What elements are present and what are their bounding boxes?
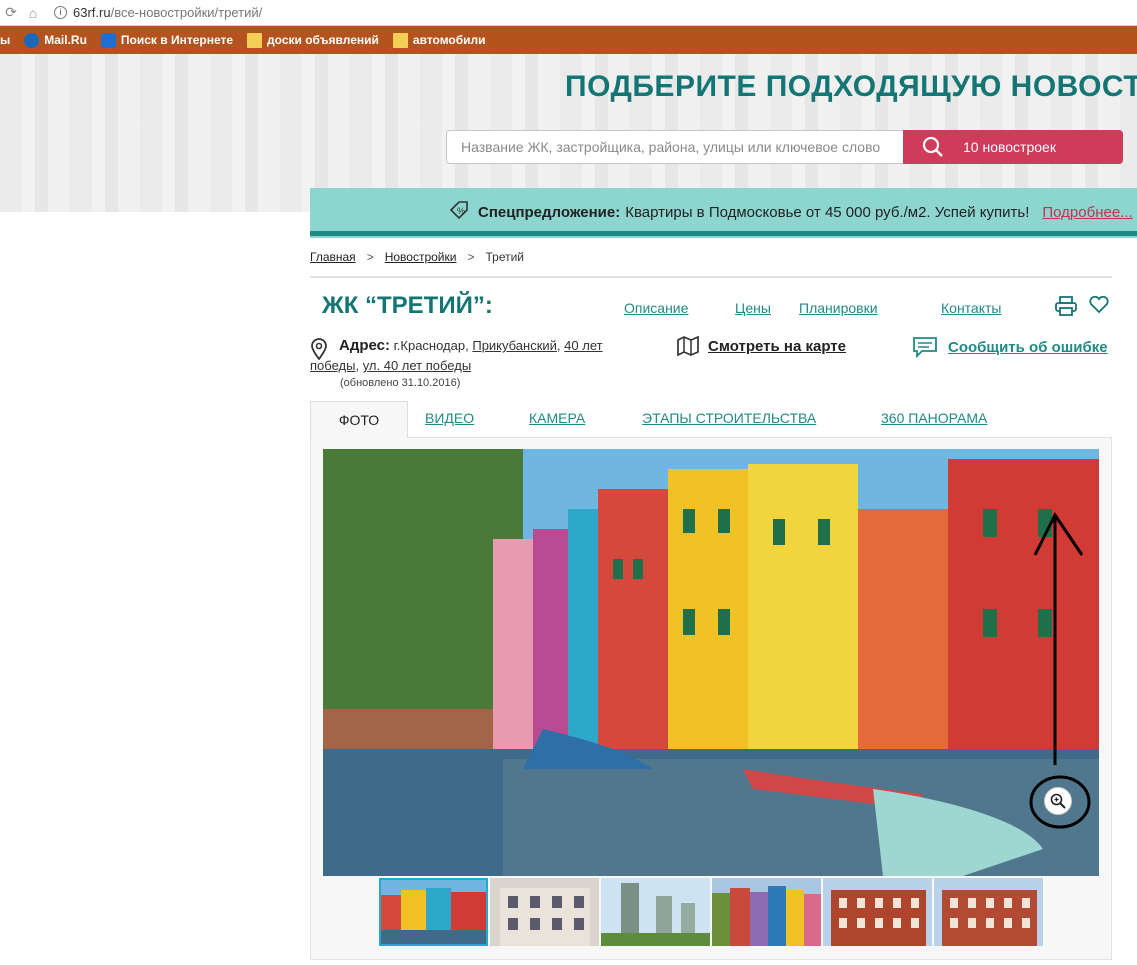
search-button-label: 10 новостроек [963, 139, 1056, 155]
nav-contacts[interactable]: Контакты [941, 300, 1001, 316]
discount-tag-icon: % [448, 199, 470, 225]
bookmark-label: Поиск в Интернете [120, 33, 234, 47]
info-icon[interactable]: i [54, 6, 67, 19]
tab-panorama-360[interactable]: 360 ПАНОРАМА [881, 410, 987, 426]
nav-layouts[interactable]: Планировки [799, 300, 878, 316]
search-input[interactable]: Название ЖК, застройщика, района, улицы … [446, 130, 904, 164]
address-block: Адрес: г.Краснодар, Прикубанский, 40 лет… [310, 336, 650, 390]
bookmark-cars[interactable]: автомобили [392, 32, 486, 48]
thumbnail-strip [379, 878, 1045, 946]
main-photo[interactable] [323, 449, 1099, 876]
mail-icon [24, 32, 40, 48]
bookmark-label: ы [0, 33, 11, 47]
bookmark-search[interactable]: Поиск в Интернете [100, 32, 234, 48]
print-icon[interactable] [1055, 296, 1077, 321]
updated-date: (обновлено 31.10.2016) [340, 377, 461, 389]
thumbnail-2[interactable] [490, 878, 599, 946]
address-street-full-link[interactable]: ул. 40 лет победы [363, 358, 472, 373]
home-icon[interactable]: ⌂ [22, 2, 44, 24]
bookmark-label: Mail.Ru [44, 33, 87, 47]
search-button[interactable]: 10 новостроек [903, 130, 1123, 164]
tab-construction-stages[interactable]: ЭТАПЫ СТРОИТЕЛЬСТВА [642, 410, 816, 426]
bookmark-mailru[interactable]: Mail.Ru [24, 32, 87, 48]
bookmark-label: автомобили [412, 33, 486, 47]
bookmarks-bar: ы Mail.Ru Поиск в Интернете доски объявл… [0, 26, 1137, 54]
map-link[interactable]: Смотреть на карте [677, 336, 846, 356]
breadcrumb-current: Третий [485, 250, 524, 264]
report-error-link[interactable]: Сообщить об ошибке [912, 336, 1108, 358]
divider [310, 276, 1112, 278]
folder-icon [392, 32, 408, 48]
promo-text: Квартиры в Подмосковье от 45 000 руб./м2… [625, 203, 1030, 221]
browser-address-bar: ⟳ ⌂ i 63rf.ru /все-новостройки/третий/ [0, 0, 1137, 26]
folder-icon [247, 32, 263, 48]
address-district-link[interactable]: Прикубанский, [472, 338, 560, 353]
promo-line: % Спецпредложение: Квартиры в Подмосковь… [448, 199, 1133, 225]
thumbnail-6[interactable] [934, 878, 1043, 946]
hero-title: ПОДБЕРИТЕ ПОДХОДЯЩУЮ НОВОСТРО [565, 70, 1137, 103]
promo-label: Спецпредложение: [478, 203, 621, 221]
bookmark-boards[interactable]: доски объявлений [247, 32, 379, 48]
thumbnail-1[interactable] [379, 878, 488, 946]
bookmark-item[interactable]: ы [0, 33, 10, 47]
search-icon [100, 32, 116, 48]
promo-more-link[interactable]: Подробнее... [1042, 204, 1132, 221]
bookmark-label: доски объявлений [267, 33, 379, 47]
nav-prices[interactable]: Цены [735, 300, 771, 316]
search-icon [903, 136, 963, 158]
url-path: /все-новостройки/третий/ [110, 5, 263, 20]
promo-banner-border [310, 231, 1137, 236]
address-street-link[interactable]: 40 лет [564, 338, 602, 353]
nav-description[interactable]: Описание [624, 300, 688, 316]
address-city: г.Краснодар, [393, 338, 469, 353]
tab-camera[interactable]: КАМЕРА [529, 410, 585, 426]
location-pin-icon [310, 338, 328, 366]
tab-video[interactable]: ВИДЕО [425, 410, 474, 426]
address-label: Адрес: [339, 337, 390, 354]
map-icon [677, 336, 699, 356]
breadcrumb-home[interactable]: Главная [310, 250, 356, 264]
zoom-in-icon[interactable] [1044, 787, 1072, 815]
thumbnail-3[interactable] [601, 878, 710, 946]
reload-icon[interactable]: ⟳ [0, 2, 22, 24]
svg-text:%: % [457, 206, 465, 216]
heart-icon[interactable] [1089, 295, 1109, 319]
url-field[interactable]: i 63rf.ru /все-новостройки/третий/ [54, 5, 262, 20]
map-link-label: Смотреть на карте [708, 337, 846, 355]
thumbnail-5[interactable] [823, 878, 932, 946]
url-host: 63rf.ru [73, 5, 111, 20]
page-title: ЖК “ТРЕТИЙ”: [322, 292, 493, 319]
breadcrumb-separator: > [366, 250, 374, 264]
breadcrumb-separator: > [467, 250, 475, 264]
breadcrumb: Главная > Новостройки > Третий [310, 250, 524, 264]
tab-photo[interactable]: ФОТО [310, 401, 408, 438]
thumbnail-4[interactable] [712, 878, 821, 946]
comment-icon [913, 337, 937, 358]
breadcrumb-section[interactable]: Новостройки [385, 250, 457, 264]
report-error-label: Сообщить об ошибке [948, 338, 1108, 356]
